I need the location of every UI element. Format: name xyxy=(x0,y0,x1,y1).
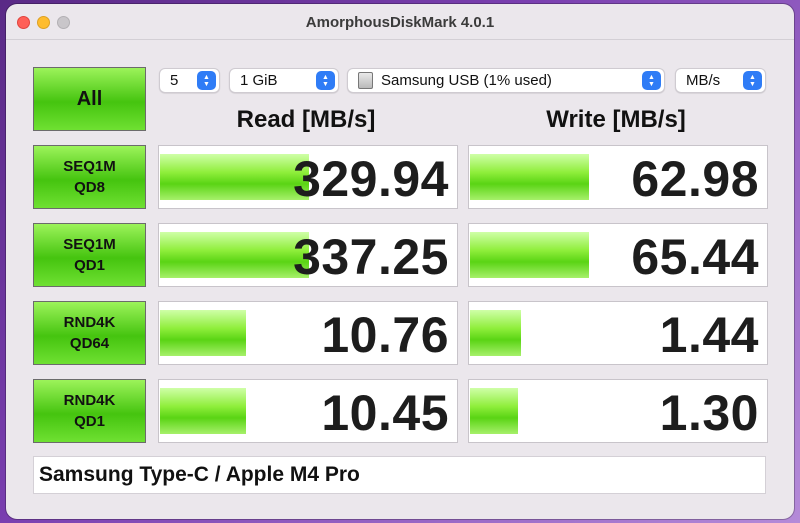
test-button[interactable]: SEQ1M QD1 xyxy=(33,223,146,287)
read-result-cell: 10.45 xyxy=(158,379,458,443)
test-count-select[interactable]: 5 ▲ ▼ xyxy=(159,68,220,93)
test-name-label: SEQ1M xyxy=(63,158,116,175)
chevron-updown-icon: ▲ ▼ xyxy=(743,71,762,90)
read-result-cell: 329.94 xyxy=(158,145,458,209)
read-column-header: Read [MB/s] xyxy=(236,106,376,133)
write-speed-bar xyxy=(470,310,521,356)
comment-field[interactable]: Samsung Type-C / Apple M4 Pro xyxy=(33,456,766,494)
write-speed-bar xyxy=(470,154,589,200)
read-speed-bar xyxy=(160,388,246,434)
write-result-cell: 65.44 xyxy=(468,223,768,287)
write-speed-bar xyxy=(470,388,518,434)
test-button[interactable]: RND4K QD1 xyxy=(33,379,146,443)
read-speed-value: 10.76 xyxy=(321,307,449,363)
test-button[interactable]: RND4K QD64 xyxy=(33,301,146,365)
app-window: AmorphousDiskMark 4.0.1 All 5 ▲ ▼ 1 GiB ▲… xyxy=(6,4,794,519)
write-result-cell: 1.30 xyxy=(468,379,768,443)
unit-value: MB/s xyxy=(686,72,721,89)
read-speed-value: 329.94 xyxy=(293,151,449,207)
test-name-label: RND4K xyxy=(63,392,116,409)
drive-select[interactable]: Samsung USB (1% used) ▲ ▼ xyxy=(347,68,665,93)
write-speed-value: 1.44 xyxy=(659,307,759,363)
chevron-updown-icon: ▲ ▼ xyxy=(642,71,661,90)
unit-select[interactable]: MB/s ▲ ▼ xyxy=(675,68,766,93)
chevron-updown-icon: ▲ ▼ xyxy=(197,71,216,90)
write-result-cell: 1.44 xyxy=(468,301,768,365)
write-speed-bar xyxy=(470,232,589,278)
read-speed-value: 337.25 xyxy=(293,229,449,285)
test-button[interactable]: SEQ1M QD8 xyxy=(33,145,146,209)
write-speed-value: 65.44 xyxy=(631,229,759,285)
title-bar: AmorphousDiskMark 4.0.1 xyxy=(6,4,794,40)
test-queue-label: QD1 xyxy=(74,257,105,274)
drive-icon xyxy=(358,72,373,89)
read-result-cell: 337.25 xyxy=(158,223,458,287)
test-queue-label: QD1 xyxy=(74,413,105,430)
window-title: AmorphousDiskMark 4.0.1 xyxy=(305,14,495,31)
run-all-button[interactable]: All xyxy=(33,67,146,131)
write-result-cell: 62.98 xyxy=(468,145,768,209)
read-result-cell: 10.76 xyxy=(158,301,458,365)
write-speed-value: 1.30 xyxy=(659,385,759,441)
read-speed-bar xyxy=(160,154,309,200)
test-name-label: RND4K xyxy=(63,314,116,331)
write-column-header: Write [MB/s] xyxy=(546,106,686,133)
test-name-label: SEQ1M xyxy=(63,236,116,253)
test-queue-label: QD64 xyxy=(69,335,110,352)
chevron-updown-icon: ▲ ▼ xyxy=(316,71,335,90)
test-queue-label: QD8 xyxy=(74,179,105,196)
test-size-value: 1 GiB xyxy=(240,72,278,89)
drive-value: Samsung USB (1% used) xyxy=(381,72,552,89)
test-count-value: 5 xyxy=(170,72,179,89)
read-speed-bar xyxy=(160,310,246,356)
read-speed-bar xyxy=(160,232,309,278)
write-speed-value: 62.98 xyxy=(631,151,759,207)
test-size-select[interactable]: 1 GiB ▲ ▼ xyxy=(229,68,339,93)
read-speed-value: 10.45 xyxy=(321,385,449,441)
